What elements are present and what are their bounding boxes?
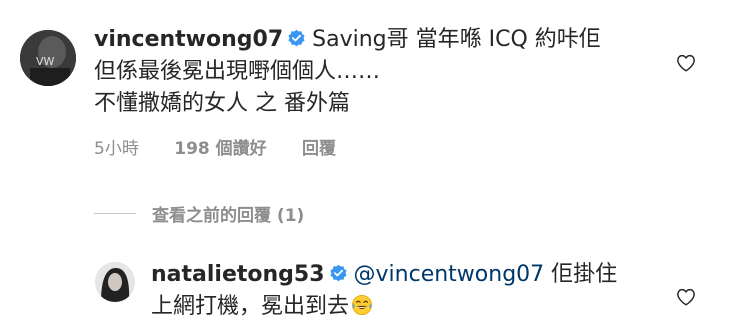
svg-text:VW: VW bbox=[36, 55, 55, 68]
tears-of-joy-emoji bbox=[352, 295, 373, 315]
reply-username[interactable]: natalietong53 bbox=[151, 262, 325, 287]
comment-text-line1: Saving哥 當年喺 ICQ 約咔佢 bbox=[312, 27, 601, 52]
comment-time[interactable]: 5小時 bbox=[94, 139, 139, 159]
avatar-natalietong53[interactable] bbox=[95, 262, 135, 302]
comment-likes[interactable]: 198 個讚好 bbox=[174, 139, 266, 159]
verified-badge-icon bbox=[288, 29, 305, 47]
reply-text-line1: 佢掛住 bbox=[544, 262, 618, 287]
verified-badge-icon bbox=[329, 264, 347, 282]
comment-text-line3: 不懂撒嬌的女人 之 番外篇 bbox=[94, 91, 350, 116]
divider-line bbox=[94, 213, 136, 214]
view-previous-label[interactable]: 查看之前的回覆 (1) bbox=[152, 201, 304, 226]
reply-body: natalietong53 @vincentwong07 佢掛住 上網打機，冕出… bbox=[151, 259, 651, 323]
reply-button[interactable]: 回覆 bbox=[302, 139, 336, 159]
avatar-vincentwong07[interactable]: VW bbox=[20, 30, 76, 86]
comment-username[interactable]: vincentwong07 bbox=[94, 27, 283, 52]
comment-body: vincentwong07 Saving哥 當年喺 ICQ 約咔佢 但係最後冕出… bbox=[94, 24, 654, 120]
heart-outline-icon[interactable] bbox=[676, 288, 696, 306]
view-previous-replies[interactable]: 查看之前的回覆 (1) bbox=[94, 201, 304, 226]
avatar-image bbox=[95, 262, 135, 302]
comment-text-line2: 但係最後冕出現嘢個個人…… bbox=[94, 59, 381, 84]
heart-outline-icon[interactable] bbox=[676, 54, 696, 72]
reply-text-line2: 上網打機，冕出到去 bbox=[151, 294, 350, 319]
comment-meta: 5小時 198 個讚好 回覆 bbox=[94, 134, 366, 159]
avatar-image: VW bbox=[20, 30, 76, 86]
reply-mention[interactable]: @vincentwong07 bbox=[354, 262, 545, 287]
